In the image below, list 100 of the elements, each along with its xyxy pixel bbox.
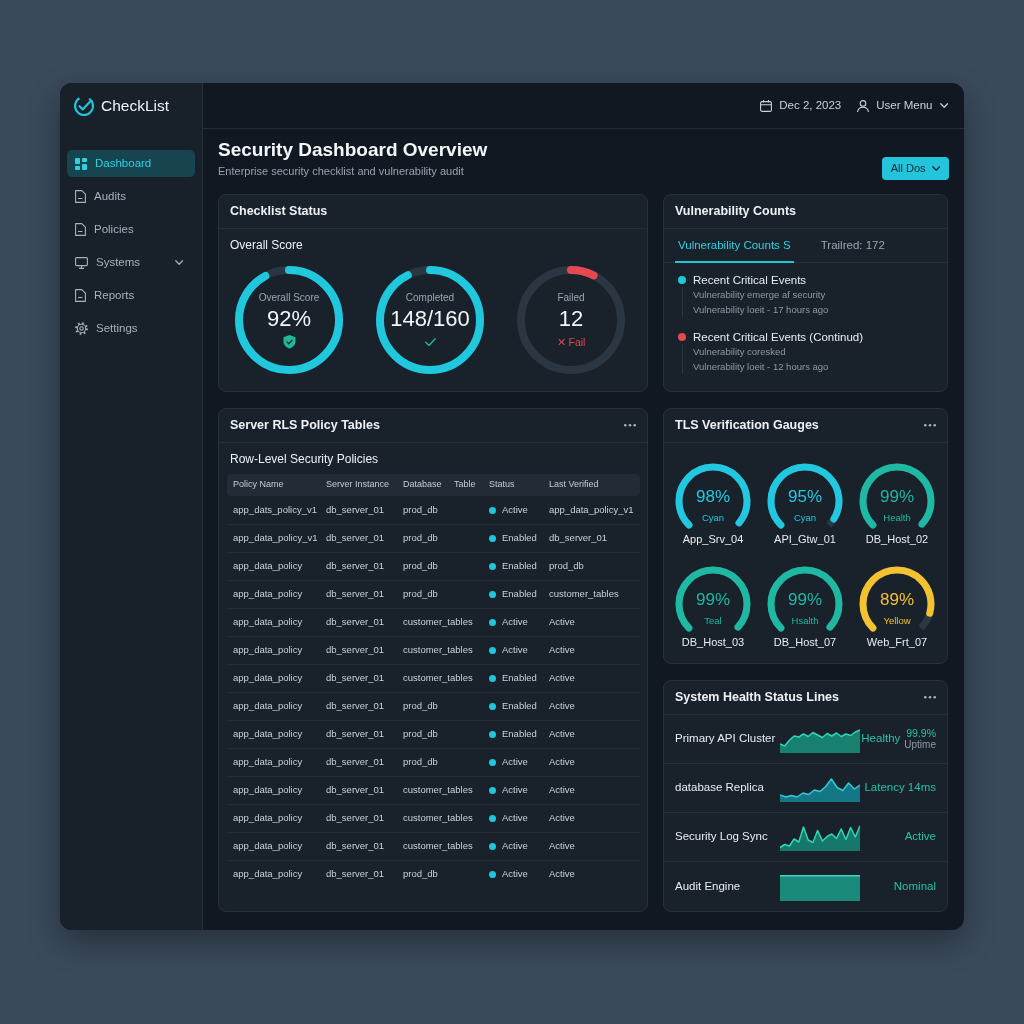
column-header: Last Verified [543,474,640,496]
status-text: Active [502,755,528,770]
table-cell: customer_tables [397,664,483,692]
table-cell-text: app_data_policy_v1 [548,502,635,517]
table-cell: db_server_01 [320,804,397,832]
status-text: Enabled [502,587,537,602]
table-cell: Active [543,608,640,636]
gauge-caption: Health [882,512,912,524]
status-text: Active [502,839,528,854]
table-cell: customer_tables [397,832,483,860]
gauge-name: DB_Host_07 [773,635,837,649]
tab[interactable]: Vulnerability Counts S [675,229,794,263]
table-cell: customer_tables [543,580,640,608]
system-name: Security Log Sync [675,829,769,845]
score-value: 12 [558,306,584,332]
status-text: Active [502,643,528,658]
sidebar-item[interactable]: Audits [67,183,195,210]
status-dot-icon [489,703,496,710]
table-cell: db_server_01 [320,720,397,748]
table-cell: Active [543,860,640,888]
sidebar-item[interactable]: Policies [67,216,195,243]
status-text: Healthy [861,731,901,747]
table-cell: db_server_01 [320,524,397,552]
status-dot-icon [489,563,496,570]
more-options-icon[interactable] [924,696,936,699]
table-cell: app_data_policy [227,636,320,664]
gauge-value: 99% [787,590,823,610]
gauge-value: 98% [695,487,731,507]
table-cell: app_data_policy [227,552,320,580]
table-cell: app_data_policy [227,860,320,888]
status-dot-icon [489,843,496,850]
shield-check-icon [282,335,296,349]
table-cell: app_data_policy [227,608,320,636]
column-header: Policy Name [227,474,320,496]
table-cell: Active [543,776,640,804]
column-header: Database [397,474,448,496]
sidebar-item[interactable]: Reports [67,282,195,309]
table-cell-text: prod_db [402,502,439,517]
table-cell: prod_db [397,720,483,748]
date-text: Dec 2, 2023 [779,97,842,113]
table-cell: app_data_policy [227,692,320,720]
table-cell: prod_db [397,692,483,720]
check-icon [424,337,436,347]
sidebar-item[interactable]: Settings [67,315,195,342]
status-dot-icon [489,759,496,766]
metric-label: Uptime [904,739,936,751]
more-options-icon[interactable] [624,424,636,427]
table-cell: db_server_01 [320,832,397,860]
system-name: Primary API Cluster [675,731,777,747]
status-dot-icon [489,871,496,878]
table-cell: db_server_01 [320,636,397,664]
status-text: Active [502,502,528,517]
status-text: Active [502,867,528,882]
gauge-name: Web_Frt_07 [866,635,928,649]
table-cell: prod_db [397,580,483,608]
user-menu-button[interactable]: User Menu [857,96,948,115]
gauge-value: 89% [879,590,915,610]
fail-label: ✕ Fail [556,335,586,349]
section-heading: Overall Score [229,237,304,253]
card-title: Vulnerability Counts [675,203,797,221]
card-title: Checklist Status [230,203,328,221]
table-cell: prod_db [397,552,483,580]
status-dot-icon [489,506,496,514]
column-header: Status [483,474,543,496]
gauge-caption: Hsalth [790,615,820,627]
gauge-name: App_Srv_04 [682,532,744,546]
gauge-value: 95% [787,487,823,507]
event-detail: Vulnerability coresked [693,345,787,359]
gauge-name: DB_Host_03 [681,635,745,649]
gauge-caption: Cyan [792,512,818,524]
event-detail: Vulnerability emerge af security [693,288,827,302]
status-dot-icon [489,591,496,598]
filter-dropdown-button[interactable]: All Dos [881,157,949,180]
sidebar-item[interactable]: Dashboard [67,150,195,177]
event-title: Recent Critical Events (Continud) [693,330,864,344]
metric-value: 99.9% [906,727,936,739]
system-name: database Replica [675,780,765,796]
table-cell: Active [543,832,640,860]
table-cell: app_data_policy_v1 [227,524,320,552]
table-cell: prod_db [543,552,640,580]
event-title: Recent Critical Events [693,273,808,287]
status-text: Active [904,829,936,845]
score-value: 148/160 [390,306,470,332]
tab[interactable]: Trailred: 172 [817,229,888,263]
score-label: Overall Score [258,291,320,304]
status-text: Active [502,811,528,826]
sidebar-item[interactable]: Systems [67,249,195,276]
table-cell: prod_db [397,748,483,776]
status-text: Enabled [502,671,537,686]
more-options-icon[interactable] [924,424,936,427]
table-cell: prod_db [397,524,483,552]
event-detail: Vulnerability loeit - 12 hours ago [693,360,830,374]
app-logo-text: CheckList [101,96,170,117]
gauge-value: 99% [695,590,731,610]
status-dot-icon [489,647,496,654]
table-cell: app_data_policy [227,832,320,860]
column-header: Server Instance [320,474,397,496]
gauge-value: 99% [879,487,915,507]
table-cell: db_server_01 [320,748,397,776]
gauge-caption: Yellow [882,615,912,627]
